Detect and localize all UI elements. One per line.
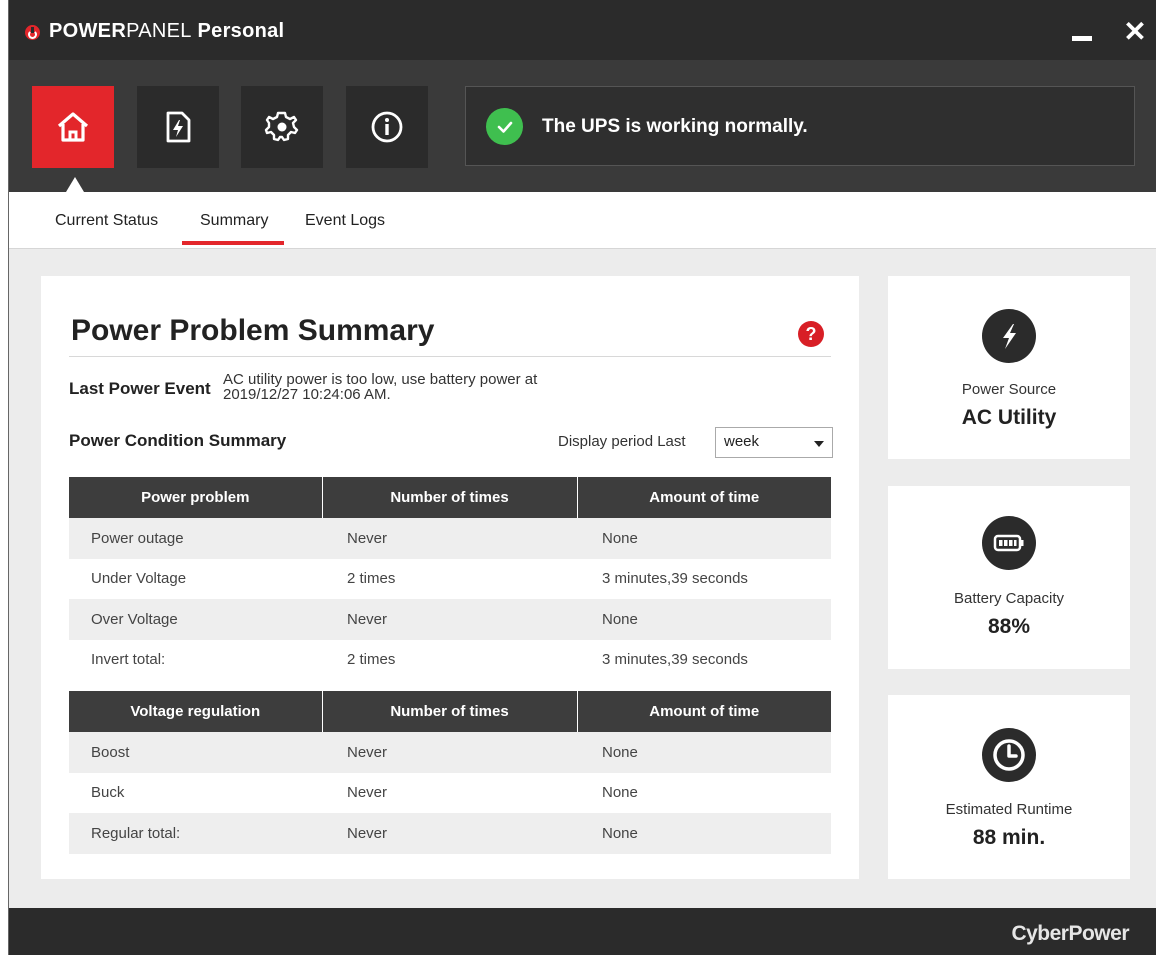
table-header: Voltage regulation: [69, 691, 323, 732]
power-file-icon: [166, 111, 191, 143]
nav-settings-button[interactable]: [241, 86, 323, 168]
table-cell: Never: [322, 518, 577, 559]
power-logo-icon: [25, 25, 40, 40]
lightning-icon: [982, 309, 1036, 363]
nav-home-button[interactable]: [32, 86, 114, 168]
table-cell: 3 minutes,39 seconds: [602, 570, 748, 588]
power-problem-summary-card: Power Problem Summary ? Last Power Event…: [41, 276, 859, 879]
table-row: Buck Never None: [69, 773, 831, 814]
power-source-card: Power Source AC Utility: [888, 276, 1130, 459]
battery-capacity-card: Battery Capacity 88%: [888, 486, 1130, 669]
table-cell: None: [577, 599, 831, 640]
app-window: POWERPANEL Personal ✕ The UPS is working…: [8, 0, 1156, 955]
chevron-down-icon: [814, 441, 824, 447]
toolbar: The UPS is working normally.: [9, 60, 1156, 192]
last-power-event-label: Last Power Event: [69, 379, 211, 398]
table-header: Number of times: [322, 477, 578, 518]
table-cell: Power outage: [69, 518, 322, 559]
minimize-button[interactable]: [1072, 36, 1092, 41]
table-cell: Never: [322, 599, 577, 640]
table-cell: None: [577, 813, 831, 854]
divider: [69, 356, 831, 357]
title-bar: POWERPANEL Personal ✕: [9, 0, 1156, 60]
estimated-runtime-value: 88 min.: [972, 826, 1046, 849]
table-row: Power outage Never None: [69, 518, 831, 559]
estimated-runtime-label: Estimated Runtime: [945, 801, 1073, 818]
display-period-select[interactable]: week: [715, 427, 833, 458]
battery-capacity-value: 88%: [987, 615, 1031, 638]
table-cell: 3 minutes,39 seconds: [602, 651, 748, 669]
help-icon[interactable]: ?: [798, 321, 824, 347]
tab-current-status[interactable]: Current Status: [55, 212, 158, 230]
table-cell: Never: [322, 732, 577, 773]
table-row: Over Voltage Never None: [69, 599, 831, 640]
ups-status-text: The UPS is working normally.: [542, 116, 808, 137]
table-row: Boost Never None: [69, 732, 831, 773]
power-problem-table: Power problem Number of times Amount of …: [69, 477, 831, 680]
tab-summary[interactable]: Summary: [181, 212, 286, 245]
nav-power-event-button[interactable]: [137, 86, 219, 168]
table-cell: Over Voltage: [69, 599, 322, 640]
page-title: Power Problem Summary: [71, 314, 435, 347]
tab-bar: Current Status Summary Event Logs: [9, 192, 1156, 249]
voltage-regulation-table: Voltage regulation Number of times Amoun…: [69, 691, 831, 854]
table-cell: Buck: [91, 784, 125, 802]
table-cell: None: [602, 784, 638, 802]
ups-status-banner: The UPS is working normally.: [465, 86, 1135, 166]
table-header: Number of times: [322, 691, 578, 732]
table-header: Amount of time: [577, 477, 831, 518]
display-period-value: week: [724, 433, 760, 450]
table-header: Amount of time: [577, 691, 831, 732]
nav-info-button[interactable]: [346, 86, 428, 168]
table-cell: Never: [347, 784, 388, 802]
battery-capacity-label: Battery Capacity: [953, 590, 1065, 607]
cyberpower-logo: CyberPower: [1011, 922, 1129, 945]
active-nav-pointer: [66, 177, 84, 192]
footer: CyberPower: [9, 908, 1156, 955]
table-cell: Invert total:: [91, 651, 166, 669]
gear-icon: [264, 111, 299, 142]
table-cell: 2 times: [347, 651, 396, 669]
table-row: Invert total: 2 times 3 minutes,39 secon…: [69, 640, 831, 681]
table-cell: None: [577, 518, 831, 559]
table-cell: Under Voltage: [91, 570, 187, 588]
tab-event-logs[interactable]: Event Logs: [305, 212, 385, 230]
power-source-value: AC Utility: [961, 406, 1057, 429]
info-icon: [371, 111, 403, 143]
battery-icon: [982, 516, 1036, 570]
table-cell: Boost: [69, 732, 322, 773]
close-button[interactable]: ✕: [1123, 18, 1147, 46]
clock-icon: [982, 728, 1036, 782]
table-cell: Never: [322, 813, 577, 854]
checkmark-icon: [486, 108, 523, 145]
table-cell: Regular total:: [69, 813, 322, 854]
display-period-label: Display period Last: [558, 433, 686, 450]
table-row: Under Voltage 2 times 3 minutes,39 secon…: [69, 559, 831, 600]
app-title: POWERPANEL Personal: [49, 20, 285, 42]
power-source-label: Power Source: [961, 381, 1057, 398]
last-power-event-value: AC utility power is too low, use battery…: [223, 371, 538, 403]
table-header: Power problem: [69, 477, 323, 518]
estimated-runtime-card: Estimated Runtime 88 min.: [888, 695, 1130, 879]
home-icon: [57, 112, 89, 142]
table-cell: None: [577, 732, 831, 773]
table-cell: 2 times: [347, 570, 396, 588]
power-condition-summary-label: Power Condition Summary: [69, 431, 287, 450]
table-row: Regular total: Never None: [69, 813, 831, 854]
